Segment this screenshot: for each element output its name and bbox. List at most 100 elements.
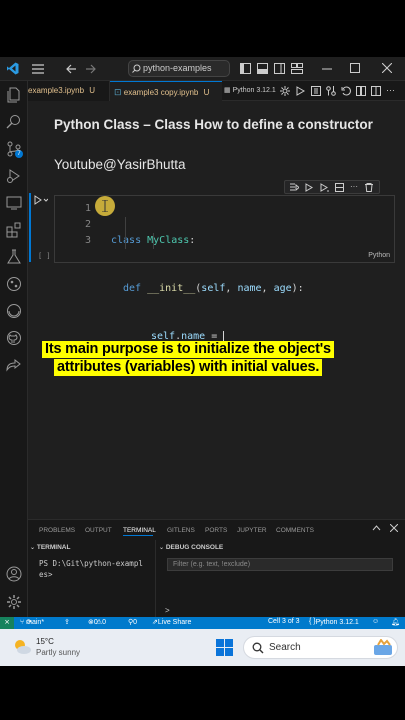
tab-ports[interactable]: PORTS: [205, 527, 227, 534]
remote-explorer-icon[interactable]: [6, 195, 22, 211]
code-line-1: class MyClass:: [111, 235, 196, 246]
close-panel-icon[interactable]: [390, 524, 398, 532]
search-icon[interactable]: [6, 114, 22, 130]
tab-jupyter[interactable]: JUPYTER: [237, 527, 267, 534]
live-share-icon[interactable]: [6, 357, 22, 373]
filter-placeholder: Filter (e.g. text, !exclude): [173, 561, 251, 568]
active-tab-indicator: [123, 535, 153, 536]
git-graph-icon[interactable]: [6, 276, 22, 292]
gear-icon[interactable]: [280, 86, 290, 96]
command-center-search[interactable]: python-examples: [128, 60, 230, 77]
tab-badge: U: [89, 86, 96, 95]
tab-gitlens[interactable]: GITLENS: [167, 527, 195, 534]
toggle-sidebar-icon[interactable]: [240, 63, 251, 74]
kernel-label: Python 3.12.1: [232, 87, 276, 94]
kernel-picker[interactable]: ▦ Python 3.12.1: [224, 81, 280, 101]
maximize-icon[interactable]: [350, 63, 360, 73]
more-actions-icon[interactable]: ···: [386, 85, 395, 95]
delete-cell-icon[interactable]: [365, 183, 373, 192]
back-arrow-icon[interactable]: [66, 64, 77, 74]
chevron-up-icon[interactable]: [372, 525, 381, 531]
weather-icon[interactable]: [12, 638, 32, 656]
tab-output[interactable]: OUTPUT: [85, 527, 112, 534]
run-debug-icon[interactable]: [6, 168, 22, 184]
weather-condition: Partly sunny: [36, 648, 81, 657]
debug-prompt[interactable]: >: [165, 606, 170, 615]
windows-taskbar: 15°C Partly sunny Search: [0, 629, 405, 666]
debug-console-title[interactable]: ⌄ DEBUG CONSOLE: [159, 544, 223, 551]
customize-layout-icon[interactable]: [291, 63, 303, 74]
account-icon[interactable]: [6, 566, 22, 582]
debug-filter-input[interactable]: Filter (e.g. text, !exclude): [167, 558, 393, 571]
execute-below-icon[interactable]: [320, 183, 329, 192]
explorer-icon[interactable]: [6, 87, 22, 103]
indent-guide: [125, 217, 126, 249]
search-text: python-examples: [143, 63, 212, 73]
feedback-icon[interactable]: ☺: [372, 618, 379, 625]
forward-arrow-icon[interactable]: [85, 64, 96, 74]
terminal-line: PS D:\Git\python-exampl: [39, 559, 143, 568]
debug-title-label: DEBUG CONSOLE: [165, 544, 224, 551]
toggle-panel-icon[interactable]: [257, 63, 268, 74]
taskbar-search-box[interactable]: Search: [243, 636, 398, 659]
tab-example3-copy[interactable]: ⊡ example3 copy.ipynb U: [110, 81, 222, 101]
windows-start-icon[interactable]: [216, 639, 233, 656]
github-icon[interactable]: [6, 330, 22, 346]
revert-icon[interactable]: [341, 86, 351, 96]
ports-status[interactable]: ⚲ 0: [128, 618, 137, 626]
caption-line-2: attributes (variables) with initial valu…: [54, 359, 323, 376]
activity-bar: 7: [0, 81, 28, 617]
cell-toolbar: ···: [284, 180, 380, 194]
notebook-editor: Python Class – Class How to define a con…: [28, 101, 405, 519]
weather-temperature: 15°C: [36, 637, 54, 646]
kernel-icon: ▦: [224, 87, 231, 94]
taskbar-search-label: Search: [269, 642, 301, 653]
execute-above-icon[interactable]: [305, 183, 314, 192]
vscode-logo-icon[interactable]: [6, 62, 19, 75]
extensions-icon[interactable]: [6, 222, 22, 238]
live-share-status[interactable]: ⇗ Live Share: [152, 618, 191, 626]
notifications-bell-icon[interactable]: 🔔︎: [391, 618, 400, 626]
split-editor-icon[interactable]: [371, 86, 381, 96]
python-version-label: Python 3.12.1: [315, 619, 359, 626]
python-version-status[interactable]: { } Python 3.12.1: [309, 618, 359, 626]
status-bar: ⨯ ⑂ main* ⟳ ⇪ ⊗ 0 ⚠ 0 ⚲ 0 ⇗ Live Share Cell…: [0, 617, 405, 629]
cell-focus-indicator: [29, 193, 31, 262]
notebook-heading: Python Class – Class How to define a con…: [54, 117, 373, 132]
problems-status[interactable]: ⊗ 0 ⚠ 0: [88, 618, 106, 626]
compare-icon[interactable]: [356, 86, 366, 96]
split-cell-icon[interactable]: [335, 183, 344, 192]
menu-icon[interactable]: [32, 64, 44, 74]
more-cell-actions-icon[interactable]: ···: [350, 182, 358, 191]
run-cell-icon[interactable]: [34, 195, 48, 205]
tab-problems[interactable]: PROBLEMS: [39, 527, 75, 534]
search-icon: [252, 642, 264, 654]
run-all-icon[interactable]: [296, 86, 305, 96]
toggle-secondary-sidebar-icon[interactable]: [274, 63, 285, 74]
terminal-output[interactable]: PS D:\Git\python-exampl es>: [39, 558, 143, 580]
variables-icon[interactable]: [311, 86, 321, 96]
minimize-icon[interactable]: [322, 68, 332, 70]
jupyter-icon[interactable]: [6, 303, 22, 319]
tab-comments[interactable]: COMMENTS: [276, 527, 314, 534]
cell-position-status[interactable]: Cell 3 of 3: [268, 618, 300, 625]
notebook-file-icon: ⊡: [114, 87, 122, 97]
cell-language[interactable]: Python: [368, 252, 390, 259]
open-changes-icon[interactable]: [326, 86, 336, 96]
tab-terminal[interactable]: TERMINAL: [123, 527, 156, 534]
terminal-section-title[interactable]: ⌄ TERMINAL: [30, 544, 70, 551]
publish-icon[interactable]: ⇪: [64, 618, 70, 626]
source-control-icon[interactable]: 7: [6, 141, 23, 158]
tab-label: example3 copy.ipynb: [123, 88, 199, 97]
ports-count: 0: [133, 619, 138, 626]
run-by-line-icon[interactable]: [290, 183, 299, 192]
settings-gear-icon[interactable]: [6, 594, 22, 610]
live-share-label: Live Share: [157, 619, 192, 626]
tab-example3[interactable]: example3.ipynb U: [28, 81, 110, 101]
branch-status[interactable]: ⑂ main* ⟳: [20, 618, 44, 626]
tab-label: example3.ipynb: [28, 86, 85, 95]
testing-icon[interactable]: [6, 249, 22, 265]
close-icon[interactable]: [382, 63, 392, 73]
line-number: 2: [84, 219, 91, 230]
remote-indicator-icon[interactable]: ⨯: [0, 617, 14, 629]
